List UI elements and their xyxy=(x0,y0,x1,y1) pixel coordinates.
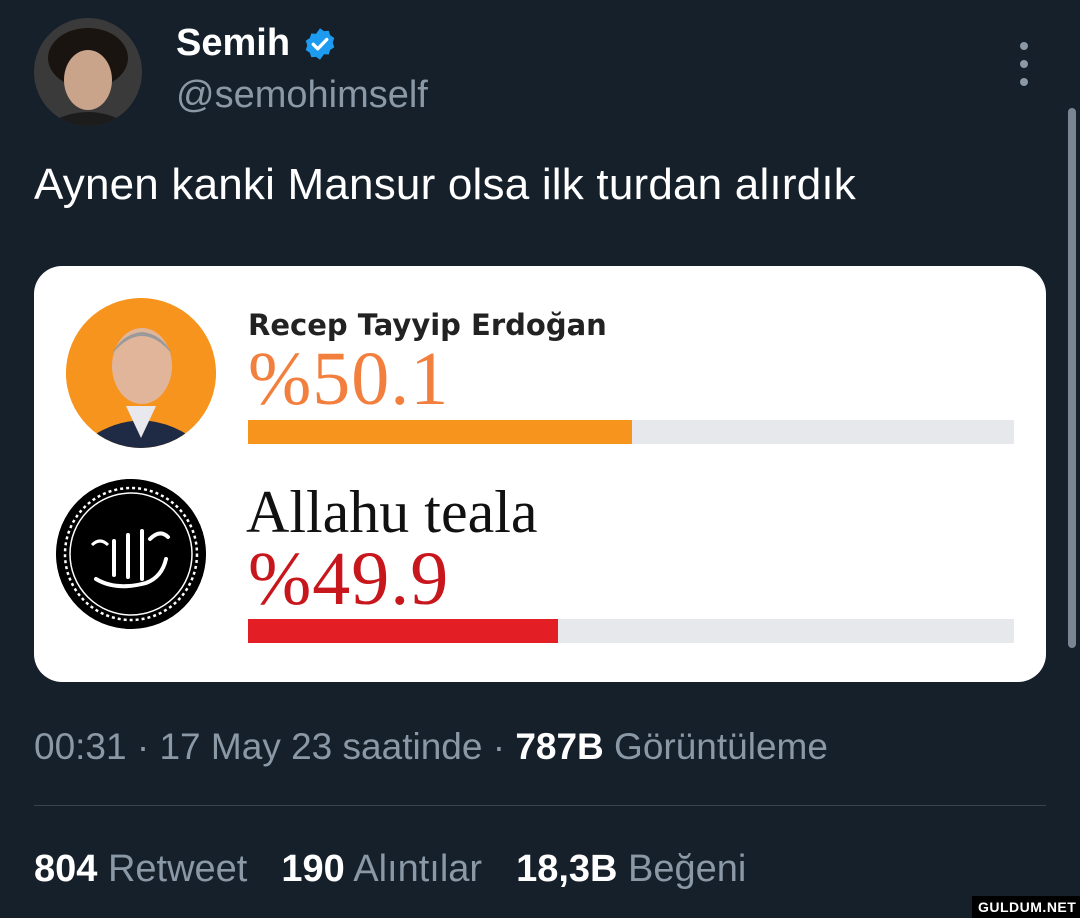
views-count[interactable]: 787B xyxy=(515,726,603,767)
author-display-name[interactable]: Semih xyxy=(176,22,290,65)
tweet-date[interactable]: 17 May 23 saatinde xyxy=(159,726,482,767)
meta-separator: · xyxy=(126,726,160,767)
likes-stat[interactable]: 18,3B Beğeni xyxy=(516,848,746,891)
quotes-stat[interactable]: 190 Alıntılar xyxy=(281,848,482,891)
tweet-meta: 00:31 · 17 May 23 saatinde · 787B Görünt… xyxy=(34,726,828,768)
retweets-count: 804 xyxy=(34,848,98,890)
tweet-media-image[interactable]: Recep Tayyip Erdoğan %50.1 Allahu teala … xyxy=(34,266,1046,682)
tweet-text: Aynen kanki Mansur olsa ilk turdan alırd… xyxy=(34,160,856,209)
verified-badge-icon xyxy=(302,26,338,62)
candidate-1-photo xyxy=(66,298,216,448)
candidate-2-emblem xyxy=(56,479,206,629)
quotes-label: Alıntılar xyxy=(344,848,483,890)
author-handle[interactable]: @semohimself xyxy=(176,74,428,117)
likes-count: 18,3B xyxy=(516,848,618,890)
candidate-2-bar-track xyxy=(248,619,1014,643)
candidate-1-bar-fill xyxy=(248,420,632,444)
tweet-view: Semih @semohimself Aynen kanki Mansur ol… xyxy=(0,0,1080,918)
author-name-row: Semih xyxy=(176,22,338,65)
meta-separator: · xyxy=(482,726,516,767)
candidate-1-bar-track xyxy=(248,420,1014,444)
retweets-label: Retweet xyxy=(97,848,248,890)
views-label[interactable]: Görüntüleme xyxy=(604,726,828,767)
engagement-stats: 804 Retweet 190 Alıntılar 18,3B Beğeni xyxy=(34,848,746,891)
author-avatar[interactable] xyxy=(34,18,142,126)
scrollbar[interactable] xyxy=(1068,108,1076,648)
candidate-1-percent: %50.1 xyxy=(248,337,450,421)
divider xyxy=(34,805,1046,806)
candidate-2-bar-fill xyxy=(248,619,558,643)
quotes-count: 190 xyxy=(281,848,345,890)
candidate-2-percent: %49.9 xyxy=(248,537,450,621)
more-options-icon[interactable] xyxy=(1010,42,1038,86)
retweets-stat[interactable]: 804 Retweet xyxy=(34,848,247,891)
tweet-time[interactable]: 00:31 xyxy=(34,726,127,767)
likes-label: Beğeni xyxy=(617,848,747,890)
watermark: GULDUM.NET xyxy=(972,896,1080,918)
